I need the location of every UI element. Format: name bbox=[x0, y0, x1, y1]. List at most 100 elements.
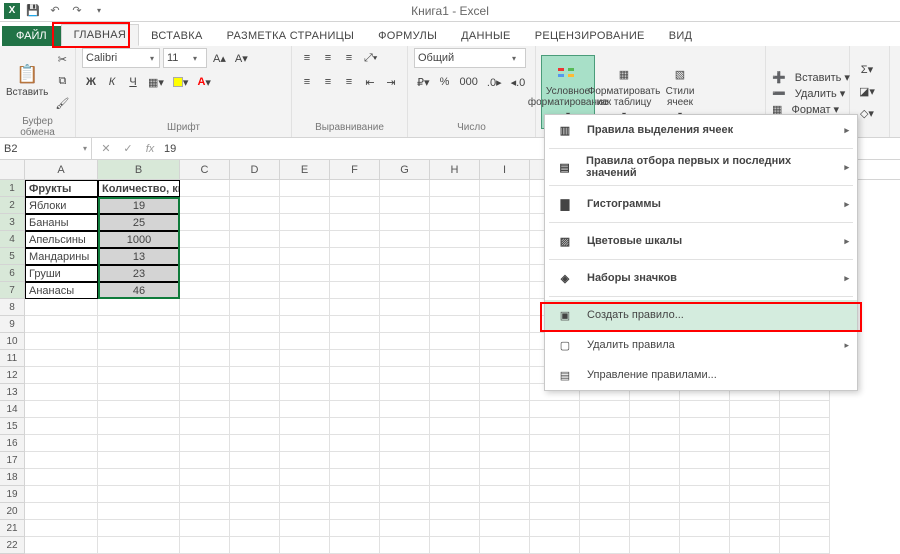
cell-C14[interactable] bbox=[180, 401, 230, 418]
cell-A16[interactable] bbox=[25, 435, 98, 452]
cell-B13[interactable] bbox=[98, 384, 180, 401]
cell-E9[interactable] bbox=[280, 316, 330, 333]
cell-E12[interactable] bbox=[280, 367, 330, 384]
cell-E7[interactable] bbox=[280, 282, 330, 299]
cell-F20[interactable] bbox=[330, 503, 380, 520]
row-header-5[interactable]: 5 bbox=[0, 248, 25, 265]
cell-N21[interactable] bbox=[730, 520, 780, 537]
column-header-F[interactable]: F bbox=[330, 160, 380, 179]
cell-N14[interactable] bbox=[730, 401, 780, 418]
row-header-22[interactable]: 22 bbox=[0, 537, 25, 554]
cell-O15[interactable] bbox=[780, 418, 830, 435]
cell-J18[interactable] bbox=[530, 469, 580, 486]
cell-G13[interactable] bbox=[380, 384, 430, 401]
cell-I11[interactable] bbox=[480, 350, 530, 367]
cell-O18[interactable] bbox=[780, 469, 830, 486]
row-header-17[interactable]: 17 bbox=[0, 452, 25, 469]
undo-icon[interactable]: ↶ bbox=[46, 2, 64, 20]
cell-H21[interactable] bbox=[430, 520, 480, 537]
cell-E4[interactable] bbox=[280, 231, 330, 248]
cell-E15[interactable] bbox=[280, 418, 330, 435]
cell-H18[interactable] bbox=[430, 469, 480, 486]
cell-A3[interactable]: Бананы bbox=[25, 214, 98, 231]
cell-H4[interactable] bbox=[430, 231, 480, 248]
cf-create-rule[interactable]: ▣ Создать правило... bbox=[545, 300, 857, 330]
align-bottom-icon[interactable]: ≡ bbox=[340, 48, 358, 68]
cell-D6[interactable] bbox=[230, 265, 280, 282]
align-right-icon[interactable]: ≡ bbox=[340, 72, 358, 92]
cell-L16[interactable] bbox=[630, 435, 680, 452]
name-box[interactable]: ▾ bbox=[0, 138, 92, 159]
cf-icon-sets[interactable]: ◈ Наборы значков ▸ bbox=[545, 263, 857, 293]
cell-D14[interactable] bbox=[230, 401, 280, 418]
cell-F14[interactable] bbox=[330, 401, 380, 418]
row-header-15[interactable]: 15 bbox=[0, 418, 25, 435]
cell-H2[interactable] bbox=[430, 197, 480, 214]
cell-O22[interactable] bbox=[780, 537, 830, 554]
cell-K20[interactable] bbox=[580, 503, 630, 520]
row-header-10[interactable]: 10 bbox=[0, 333, 25, 350]
cell-I4[interactable] bbox=[480, 231, 530, 248]
cell-B14[interactable] bbox=[98, 401, 180, 418]
column-header-I[interactable]: I bbox=[480, 160, 530, 179]
cell-K15[interactable] bbox=[580, 418, 630, 435]
cell-I3[interactable] bbox=[480, 214, 530, 231]
cell-M20[interactable] bbox=[680, 503, 730, 520]
cell-M21[interactable] bbox=[680, 520, 730, 537]
row-header-12[interactable]: 12 bbox=[0, 367, 25, 384]
borders-button[interactable]: ▦▾ bbox=[145, 72, 167, 92]
cell-C8[interactable] bbox=[180, 299, 230, 316]
cell-G14[interactable] bbox=[380, 401, 430, 418]
cell-M18[interactable] bbox=[680, 469, 730, 486]
cell-F15[interactable] bbox=[330, 418, 380, 435]
cell-J22[interactable] bbox=[530, 537, 580, 554]
cell-O17[interactable] bbox=[780, 452, 830, 469]
cell-C10[interactable] bbox=[180, 333, 230, 350]
cell-K19[interactable] bbox=[580, 486, 630, 503]
cell-E19[interactable] bbox=[280, 486, 330, 503]
cell-G10[interactable] bbox=[380, 333, 430, 350]
tab-page-layout[interactable]: РАЗМЕТКА СТРАНИЦЫ bbox=[215, 26, 367, 46]
cell-K18[interactable] bbox=[580, 469, 630, 486]
cell-C4[interactable] bbox=[180, 231, 230, 248]
underline-button[interactable]: Ч bbox=[124, 72, 142, 92]
cell-C1[interactable] bbox=[180, 180, 230, 197]
cell-F6[interactable] bbox=[330, 265, 380, 282]
cell-D18[interactable] bbox=[230, 469, 280, 486]
cell-H20[interactable] bbox=[430, 503, 480, 520]
shrink-font-icon[interactable]: A▾ bbox=[232, 48, 251, 68]
cell-K22[interactable] bbox=[580, 537, 630, 554]
cell-C3[interactable] bbox=[180, 214, 230, 231]
select-all-corner[interactable] bbox=[0, 160, 25, 179]
cell-A9[interactable] bbox=[25, 316, 98, 333]
cell-D9[interactable] bbox=[230, 316, 280, 333]
dec-decimal-icon[interactable]: ◂.0 bbox=[508, 72, 529, 92]
cell-I2[interactable] bbox=[480, 197, 530, 214]
cell-C20[interactable] bbox=[180, 503, 230, 520]
cell-B16[interactable] bbox=[98, 435, 180, 452]
cell-N17[interactable] bbox=[730, 452, 780, 469]
cell-I20[interactable] bbox=[480, 503, 530, 520]
cell-G11[interactable] bbox=[380, 350, 430, 367]
delete-cells-button[interactable]: ➖ Удалить▾ bbox=[772, 87, 850, 100]
cell-D7[interactable] bbox=[230, 282, 280, 299]
cell-O14[interactable] bbox=[780, 401, 830, 418]
cell-B4[interactable]: 1000 bbox=[98, 231, 180, 248]
cell-J21[interactable] bbox=[530, 520, 580, 537]
cell-B19[interactable] bbox=[98, 486, 180, 503]
cell-N19[interactable] bbox=[730, 486, 780, 503]
cell-B10[interactable] bbox=[98, 333, 180, 350]
clear-icon[interactable]: ◇▾ bbox=[856, 104, 878, 124]
tab-file[interactable]: ФАЙЛ bbox=[2, 26, 61, 46]
cell-D15[interactable] bbox=[230, 418, 280, 435]
cell-A2[interactable]: Яблоки bbox=[25, 197, 98, 214]
cell-G20[interactable] bbox=[380, 503, 430, 520]
tab-data[interactable]: ДАННЫЕ bbox=[449, 26, 523, 46]
redo-icon[interactable]: ↷ bbox=[68, 2, 86, 20]
cell-H9[interactable] bbox=[430, 316, 480, 333]
cell-F16[interactable] bbox=[330, 435, 380, 452]
cell-B18[interactable] bbox=[98, 469, 180, 486]
cell-I22[interactable] bbox=[480, 537, 530, 554]
cell-K14[interactable] bbox=[580, 401, 630, 418]
cf-data-bars[interactable]: ▇ Гистограммы ▸ bbox=[545, 189, 857, 219]
